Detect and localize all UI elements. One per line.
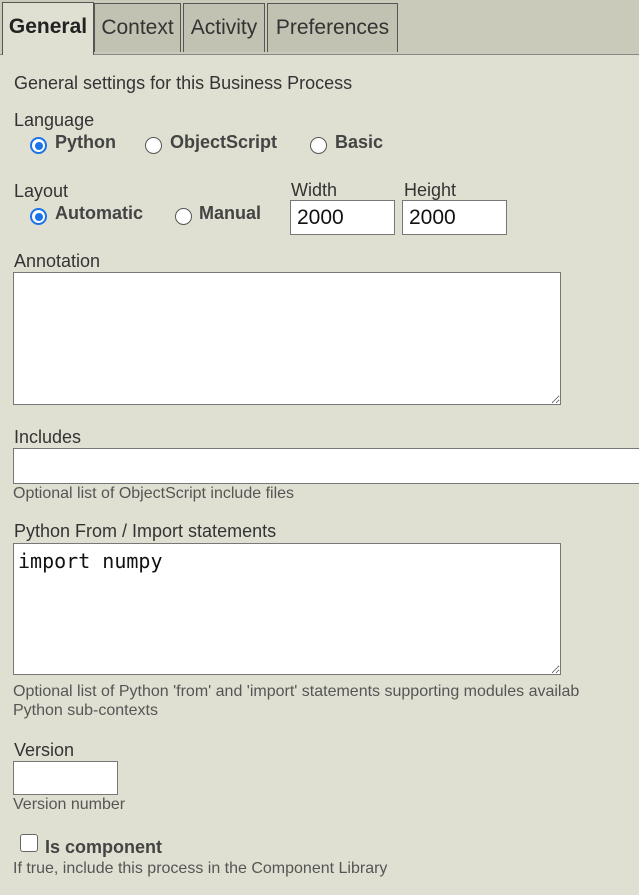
language-objectscript-radio[interactable] <box>145 137 162 154</box>
height-input[interactable] <box>402 200 507 235</box>
tab-preferences[interactable]: Preferences <box>267 3 398 52</box>
language-label: Language <box>14 110 95 130</box>
layout-manual-radio[interactable] <box>175 208 192 225</box>
language-python-label[interactable]: Python <box>55 132 116 153</box>
annotation-textarea[interactable] <box>13 272 561 405</box>
language-python-radio[interactable] <box>30 137 47 154</box>
version-label: Version <box>14 740 75 760</box>
version-hint: Version number <box>13 796 126 813</box>
is-component-label[interactable]: Is component <box>45 837 162 858</box>
is-component-hint: If true, include this process in the Com… <box>13 860 388 877</box>
section-description: General settings for this Business Proce… <box>14 73 353 93</box>
tab-context[interactable]: Context <box>94 3 181 52</box>
layout-label: Layout <box>14 181 69 201</box>
includes-label: Includes <box>14 427 82 447</box>
includes-input[interactable] <box>13 448 639 484</box>
tab-activity[interactable]: Activity <box>183 3 265 52</box>
python-imports-hint-line2: Python sub-contexts <box>13 702 158 719</box>
python-imports-textarea[interactable]: import numpy <box>13 543 561 675</box>
language-basic-radio[interactable] <box>310 137 327 154</box>
python-imports-label: Python From / Import statements <box>14 521 277 541</box>
version-input[interactable] <box>13 761 118 795</box>
language-basic-label[interactable]: Basic <box>335 132 383 153</box>
layout-automatic-label[interactable]: Automatic <box>55 203 143 224</box>
is-component-checkbox[interactable] <box>20 834 38 852</box>
height-label: Height <box>404 180 457 200</box>
layout-manual-label[interactable]: Manual <box>199 203 261 224</box>
tab-general[interactable]: General <box>2 2 94 55</box>
annotation-label: Annotation <box>14 251 101 271</box>
python-imports-hint: Optional list of Python 'from' and 'impo… <box>13 683 580 700</box>
layout-automatic-radio[interactable] <box>30 208 47 225</box>
tab-bar: General Context Activity Preferences <box>0 0 639 55</box>
language-objectscript-label[interactable]: ObjectScript <box>170 132 277 153</box>
width-input[interactable] <box>290 200 395 235</box>
includes-hint: Optional list of ObjectScript include fi… <box>13 485 295 502</box>
width-label: Width <box>291 180 338 200</box>
